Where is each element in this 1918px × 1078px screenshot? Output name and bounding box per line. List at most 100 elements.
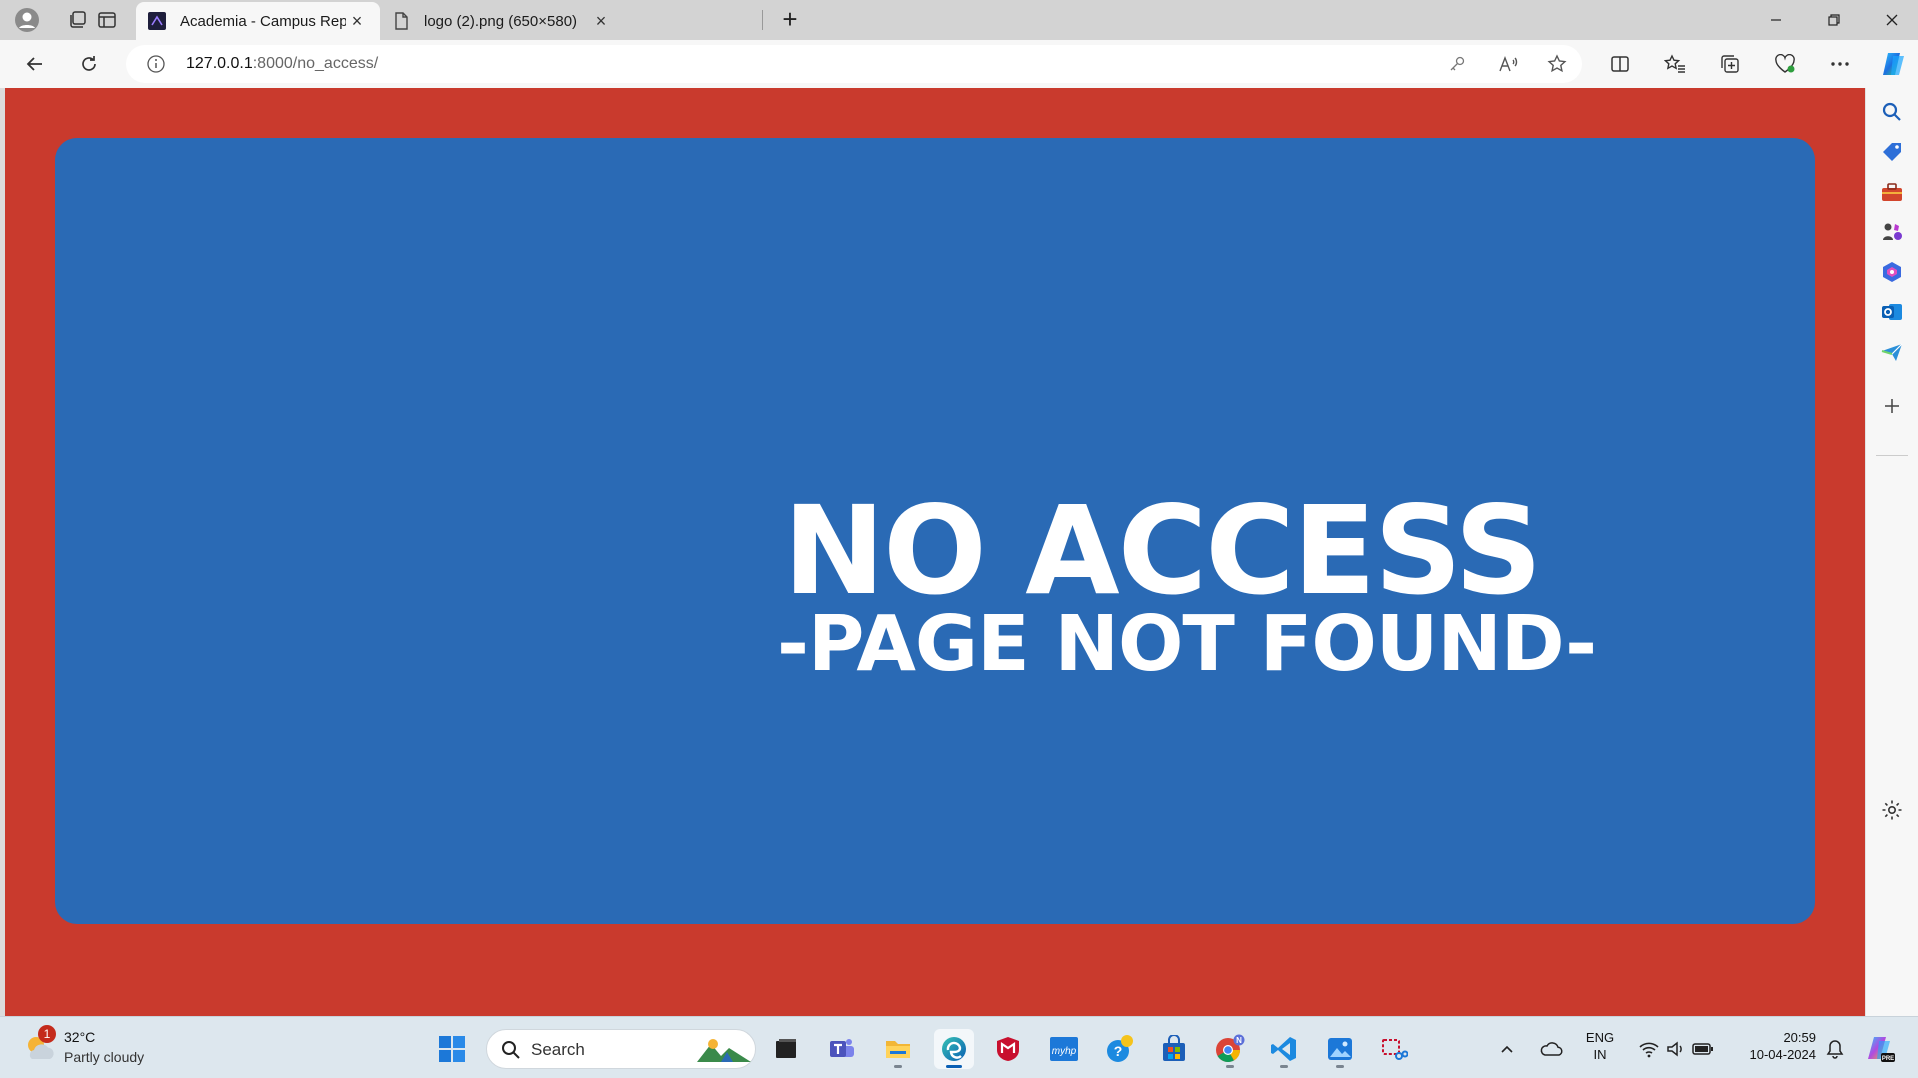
weather-widget[interactable]: 1 32°C Partly cloudy [22, 1025, 182, 1071]
bell-icon [1826, 1040, 1844, 1059]
running-indicator [1336, 1065, 1344, 1068]
task-view-icon [776, 1039, 796, 1058]
onedrive-tray[interactable] [1536, 1029, 1566, 1069]
photos-app[interactable] [1320, 1029, 1360, 1069]
svg-text:N: N [1236, 1036, 1242, 1045]
address-bar[interactable]: 127.0.0.1:8000/no_access/ [126, 45, 1582, 83]
url-text[interactable]: 127.0.0.1:8000/no_access/ [186, 55, 378, 73]
taskbar-search[interactable]: Search [486, 1029, 756, 1069]
copilot-icon: PRE [1868, 1037, 1895, 1062]
search-icon[interactable] [1878, 98, 1906, 126]
new-tab-button[interactable]: + [774, 4, 806, 36]
task-view-app[interactable] [766, 1029, 806, 1069]
start-button[interactable] [432, 1029, 472, 1069]
minimize-button[interactable] [1750, 0, 1802, 40]
vscode-app[interactable] [1264, 1029, 1304, 1069]
close-tab-icon[interactable]: × [590, 11, 612, 32]
windows-taskbar: 1 32°C Partly cloudy Search myhp ? N ENG… [0, 1016, 1918, 1078]
key-icon[interactable] [1444, 52, 1470, 76]
photos-icon [1328, 1038, 1352, 1060]
running-indicator [894, 1065, 902, 1068]
favorite-star-icon[interactable] [1544, 52, 1570, 76]
svg-text:?: ? [1114, 1043, 1123, 1059]
clock-date: 10-04-2024 [1749, 1047, 1817, 1062]
refresh-button[interactable] [72, 48, 106, 80]
myhp-app[interactable]: myhp [1044, 1029, 1084, 1069]
site-info-icon[interactable] [146, 54, 166, 74]
games-icon[interactable] [1878, 218, 1906, 246]
store-app[interactable] [1154, 1029, 1194, 1069]
outlook-icon[interactable] [1878, 298, 1906, 326]
search-icon [502, 1041, 520, 1059]
snipping-tool-app[interactable] [1374, 1029, 1414, 1069]
edge-app[interactable] [934, 1029, 974, 1069]
myhp-icon: myhp [1050, 1037, 1078, 1061]
running-indicator [946, 1065, 962, 1068]
edge-icon [942, 1037, 966, 1061]
show-hidden-icons-button[interactable] [1493, 1029, 1521, 1069]
settings-icon[interactable] [1878, 796, 1906, 824]
toolbox-icon[interactable] [1878, 178, 1906, 206]
file-explorer-app[interactable] [878, 1029, 918, 1069]
url-host: 127.0.0.1 [186, 55, 253, 72]
search-highlight-icon [697, 1039, 751, 1062]
running-indicator [1226, 1065, 1234, 1068]
folder-icon [886, 1041, 910, 1058]
split-screen-icon[interactable] [1603, 48, 1637, 80]
wifi-icon [1639, 1042, 1659, 1058]
send-icon[interactable] [1878, 338, 1906, 366]
edge-sidebar [1865, 88, 1918, 1016]
profile-icon[interactable] [12, 6, 42, 34]
snipping-tool-icon [1382, 1039, 1408, 1060]
running-indicator [1280, 1065, 1288, 1068]
svg-text:PRE: PRE [1882, 1056, 1894, 1062]
read-aloud-icon[interactable] [1496, 52, 1522, 76]
copilot-icon[interactable] [1876, 48, 1910, 80]
chrome-app[interactable]: N [1210, 1029, 1250, 1069]
office-icon[interactable] [1878, 258, 1906, 286]
tab-label: logo (2).png (650×580) [424, 12, 578, 30]
more-menu-icon[interactable] [1823, 48, 1857, 80]
tab-strip: Academia - Campus Repository × logo (2).… [0, 0, 1918, 40]
notifications-button[interactable] [1820, 1029, 1850, 1069]
no-access-card: NO ACCESS -PAGE NOT FOUND- [55, 138, 1815, 924]
vertical-tabs-icon[interactable] [92, 6, 122, 34]
add-icon[interactable] [1878, 392, 1906, 420]
no-access-heading: NO ACCESS [783, 480, 1542, 622]
teams-app[interactable] [822, 1029, 862, 1069]
windows-logo-icon [439, 1036, 465, 1062]
chevron-up-icon [1501, 1045, 1513, 1053]
weather-description: Partly cloudy [64, 1049, 145, 1065]
copilot-preview-button[interactable]: PRE [1860, 1029, 1900, 1069]
close-window-button[interactable] [1866, 0, 1918, 40]
cloud-icon [1540, 1042, 1563, 1056]
sidebar-divider [1876, 455, 1908, 456]
search-label: Search [531, 1040, 585, 1059]
battery-icon [1692, 1043, 1713, 1055]
quick-settings-tray[interactable] [1628, 1029, 1724, 1069]
get-help-app[interactable]: ? [1100, 1029, 1140, 1069]
favorites-icon[interactable] [1658, 48, 1692, 80]
browser-essentials-icon[interactable] [1768, 48, 1802, 80]
svg-text:myhp: myhp [1052, 1046, 1077, 1057]
mcafee-app[interactable] [988, 1029, 1028, 1069]
teams-icon [830, 1039, 854, 1057]
language-code: ENG [1585, 1030, 1615, 1045]
workspaces-icon[interactable] [62, 6, 92, 34]
file-icon [395, 12, 408, 30]
tab-academia[interactable]: Academia - Campus Repository × [136, 2, 380, 40]
clock[interactable]: 20:59 10-04-2024 [1734, 1029, 1817, 1063]
url-path: :8000/no_access/ [252, 55, 379, 72]
help-icon: ? [1107, 1035, 1133, 1062]
tag-icon[interactable] [1878, 138, 1906, 166]
language-indicator[interactable]: ENG IN [1580, 1029, 1620, 1063]
collections-icon[interactable] [1713, 48, 1747, 80]
back-button[interactable] [18, 48, 52, 80]
restore-button[interactable] [1808, 0, 1860, 40]
region-code: IN [1593, 1047, 1607, 1062]
mcafee-shield-icon [997, 1037, 1019, 1061]
tab-logo-image[interactable]: logo (2).png (650×580) × [380, 2, 624, 40]
vscode-icon [1271, 1037, 1296, 1061]
clock-time: 20:59 [1783, 1030, 1816, 1045]
close-tab-icon[interactable]: × [346, 11, 368, 32]
